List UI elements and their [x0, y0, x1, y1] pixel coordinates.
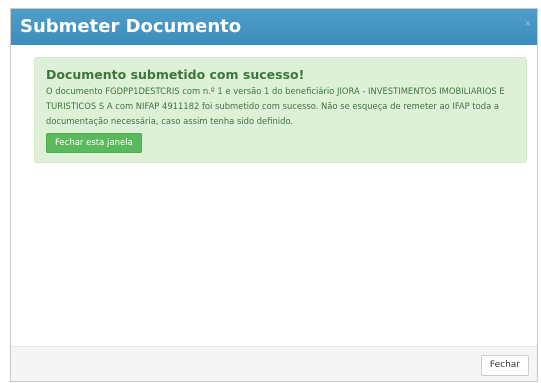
- alert-title: Documento submetido com sucesso!: [46, 67, 305, 82]
- modal-title: Submeter Documento: [20, 16, 242, 37]
- success-alert: Documento submetido com sucesso! O docum…: [34, 57, 527, 163]
- close-button[interactable]: Fechar: [480, 355, 529, 376]
- alert-message: O documento FGDPP1DESTCRIS com n.º 1 e v…: [46, 86, 505, 126]
- modal-footer: Fechar: [11, 346, 537, 381]
- close-icon[interactable]: ×: [525, 18, 531, 30]
- submit-document-modal: Submeter Documento × Documento submetido…: [10, 8, 538, 382]
- modal-header: Submeter Documento ×: [11, 9, 537, 45]
- modal-body: Documento submetido com sucesso! O docum…: [11, 45, 537, 348]
- close-window-button[interactable]: Fechar esta janela: [46, 133, 142, 153]
